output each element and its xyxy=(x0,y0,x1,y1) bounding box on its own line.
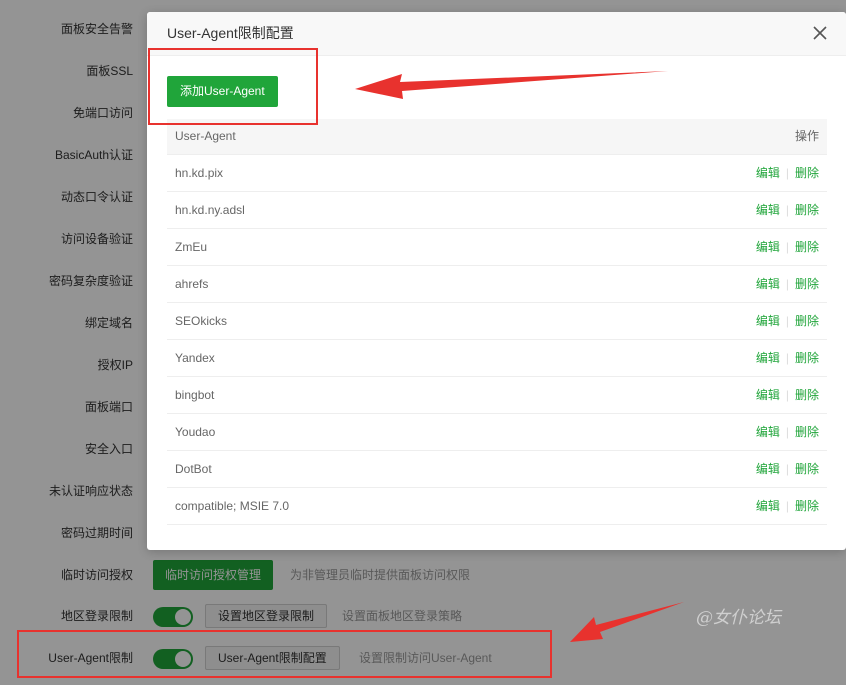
annotation-arrows xyxy=(355,71,684,642)
arrow-to-add-button xyxy=(355,71,668,99)
arrow-to-ua-limit-row xyxy=(570,602,684,642)
forum-watermark: @女仆论坛 xyxy=(696,608,781,628)
